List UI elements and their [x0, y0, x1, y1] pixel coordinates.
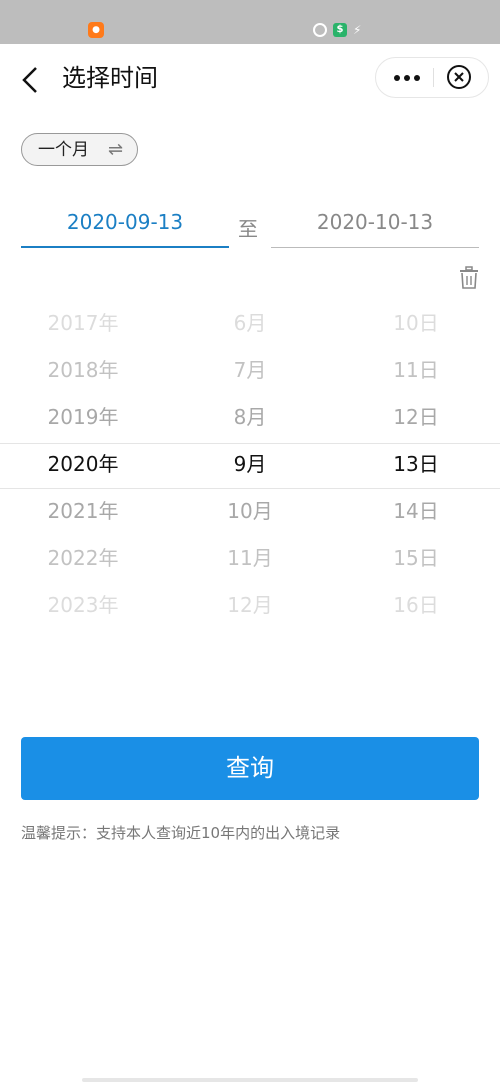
- day-option[interactable]: 16日: [333, 582, 499, 629]
- alarm-icon: [313, 23, 327, 37]
- charging-icon: ⚡: [353, 23, 362, 37]
- day-option[interactable]: 11日: [333, 347, 499, 394]
- back-chevron-icon[interactable]: [20, 66, 44, 94]
- date-separator: 至: [238, 217, 258, 241]
- month-column[interactable]: 6月 7月 8月 9月 10月 11月 12月: [167, 300, 333, 629]
- year-option[interactable]: 2021年: [0, 488, 166, 535]
- day-option-selected[interactable]: 13日: [333, 441, 499, 488]
- year-option[interactable]: 2022年: [0, 535, 166, 582]
- month-option[interactable]: 12月: [167, 582, 333, 629]
- range-selector-label: 一个月: [38, 140, 89, 160]
- year-option[interactable]: 2019年: [0, 394, 166, 441]
- day-option[interactable]: 10日: [333, 300, 499, 347]
- home-indicator: [82, 1078, 418, 1082]
- range-selector-button[interactable]: 一个月 ⇌: [21, 133, 138, 166]
- day-option[interactable]: 14日: [333, 488, 499, 535]
- date-picker[interactable]: 2017年 2018年 2019年 2020年 2021年 2022年 2023…: [0, 300, 500, 630]
- mini-program-capsule: [375, 57, 489, 98]
- title-bar: 选择时间: [0, 44, 500, 114]
- tip-text: 温馨提示：支持本人查询近10年内的出入境记录: [21, 824, 341, 842]
- query-button[interactable]: 查询: [21, 737, 479, 800]
- year-option[interactable]: 2017年: [0, 300, 166, 347]
- day-column[interactable]: 10日 11日 12日 13日 14日 15日 16日: [333, 300, 499, 629]
- trash-icon[interactable]: [458, 266, 480, 290]
- close-circle-icon[interactable]: [447, 65, 471, 89]
- month-option-selected[interactable]: 9月: [167, 441, 333, 488]
- swap-arrows-icon: ⇌: [108, 139, 124, 160]
- year-option[interactable]: 2023年: [0, 582, 166, 629]
- status-bar: ● $ ⚡: [0, 0, 500, 44]
- start-date-field[interactable]: 2020-09-13: [21, 200, 229, 248]
- status-icons: $ ⚡: [313, 22, 361, 38]
- month-option[interactable]: 10月: [167, 488, 333, 535]
- month-option[interactable]: 8月: [167, 394, 333, 441]
- end-date-field[interactable]: 2020-10-13: [271, 200, 479, 248]
- page-title: 选择时间: [62, 64, 158, 92]
- more-dots-icon[interactable]: [376, 58, 433, 97]
- month-option[interactable]: 11月: [167, 535, 333, 582]
- year-option-selected[interactable]: 2020年: [0, 441, 166, 488]
- day-option[interactable]: 12日: [333, 394, 499, 441]
- app-icon: ●: [88, 22, 104, 38]
- month-option[interactable]: 7月: [167, 347, 333, 394]
- day-option[interactable]: 15日: [333, 535, 499, 582]
- year-option[interactable]: 2018年: [0, 347, 166, 394]
- dollar-icon: $: [333, 23, 347, 37]
- capsule-divider: [433, 68, 434, 87]
- month-option[interactable]: 6月: [167, 300, 333, 347]
- year-column[interactable]: 2017年 2018年 2019年 2020年 2021年 2022年 2023…: [0, 300, 166, 629]
